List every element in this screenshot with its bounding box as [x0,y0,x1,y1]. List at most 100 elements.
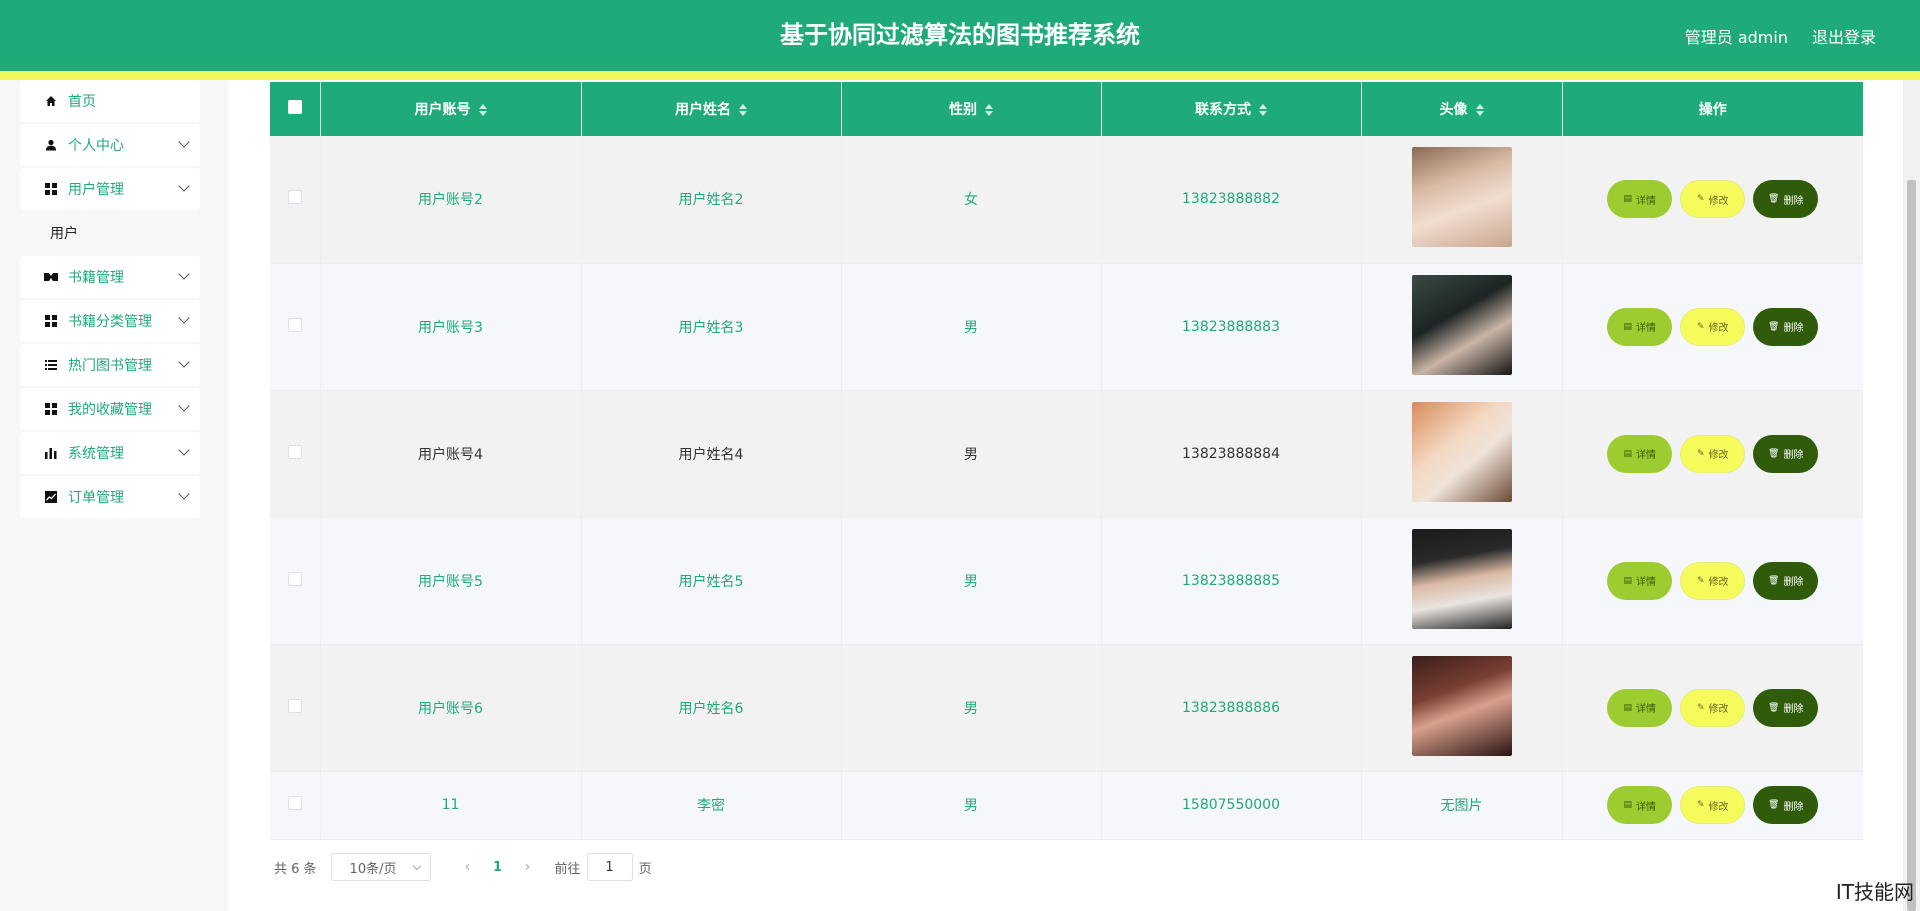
goto-suffix: 页 [638,861,652,877]
cell-gender: 男 [841,390,1102,518]
home-icon [44,94,58,108]
sidebar-item-home[interactable]: 首页 [20,80,200,122]
sidebar-item-book-management[interactable]: 书籍管理 [20,256,200,298]
sort-icon[interactable] [478,104,487,116]
submenu-item-user[interactable]: 用户 [20,212,200,254]
delete-button[interactable]: 🗑 删除 [1753,434,1819,473]
avatar-image[interactable] [1411,655,1512,756]
detail-button[interactable]: ▤ 详情 [1607,180,1673,219]
edit-button[interactable]: ✎ 修改 [1680,688,1746,727]
cell-gender: 男 [841,771,1102,840]
pagination: 共 6 条 10条/页 ‹ 1 › 前往 1 页 [274,852,652,882]
chevron-down-icon [178,136,190,148]
cell-phone: 13823888882 [1101,136,1362,264]
sort-icon[interactable] [1259,104,1267,116]
sidebar-item-favorites[interactable]: 我的收藏管理 [20,388,200,430]
avatar-image[interactable] [1411,274,1512,375]
logout-link[interactable]: 退出登录 [1812,24,1876,48]
sidebar-item-label: 书籍分类管理 [68,314,152,330]
delete-button[interactable]: 🗑 删除 [1753,180,1819,219]
sidebar-item-user-management[interactable]: 用户管理 [20,168,200,210]
prev-page-icon[interactable]: ‹ [453,859,483,875]
trash-icon: 🗑 [1768,575,1780,586]
sort-icon[interactable] [739,104,747,116]
sidebar-item-label: 用户管理 [68,182,124,198]
pencil-icon: ✎ [1696,321,1705,332]
row-checkbox[interactable] [287,698,302,713]
admin-user-label[interactable]: 管理员 admin [1685,24,1788,48]
cell-name: 用户姓名3 [581,263,842,391]
cell-phone: 13823888884 [1101,390,1362,518]
row-checkbox[interactable] [287,796,302,810]
user-table-container: 用户账号 用户姓名 性别 联系方式 头像 操作 用户账号2 用户姓名2 女 13… [270,82,1863,840]
edit-button[interactable]: ✎ 修改 [1680,786,1746,824]
sidebar-item-label: 热门图书管理 [68,358,152,374]
cell-phone: 13823888886 [1101,644,1362,772]
sidebar-item-system[interactable]: 系统管理 [20,432,200,474]
delete-button[interactable]: 🗑 删除 [1753,561,1819,600]
scrollbar-thumb[interactable] [1907,180,1916,911]
edit-button[interactable]: ✎ 修改 [1680,307,1746,346]
detail-button[interactable]: ▤ 详情 [1607,307,1673,346]
avatar-image[interactable] [1411,147,1512,248]
cell-account: 用户账号2 [320,136,582,264]
delete-button[interactable]: 🗑 删除 [1753,307,1819,346]
line-chart-icon [44,490,58,504]
sidebar-item-personal-center[interactable]: 个人中心 [20,124,200,166]
row-actions: ▤ 详情 ✎ 修改 🗑 删除 [1563,561,1864,600]
vertical-scrollbar[interactable] [1903,80,1920,911]
detail-button[interactable]: ▤ 详情 [1607,786,1673,824]
grid-icon [44,314,58,328]
column-header-name[interactable]: 用户姓名 [581,82,842,136]
column-header-avatar[interactable]: 头像 [1361,82,1563,136]
cell-account: 用户账号4 [320,390,582,518]
chevron-down-icon [178,400,190,412]
delete-button[interactable]: 🗑 删除 [1753,786,1819,824]
row-checkbox[interactable] [287,317,302,332]
sort-icon[interactable] [1475,104,1484,116]
column-header-actions: 操作 [1698,102,1727,118]
column-header-gender[interactable]: 性别 [841,82,1102,136]
table-row: 用户账号2 用户姓名2 女 13823888882 ▤ 详情 ✎ 修改 🗑 删除 [270,136,1863,264]
row-checkbox[interactable] [287,190,302,205]
document-icon: ▤ [1623,575,1632,586]
column-header-phone[interactable]: 联系方式 [1101,82,1362,136]
header-user-area: 管理员 admin 退出登录 [1685,0,1876,71]
detail-button[interactable]: ▤ 详情 [1607,561,1673,600]
sidebar-item-hot-books[interactable]: 热门图书管理 [20,344,200,386]
app-title: 基于协同过滤算法的图书推荐系统 [780,21,1140,49]
edit-button[interactable]: ✎ 修改 [1680,180,1746,219]
select-all-header[interactable] [270,82,321,136]
page-number[interactable]: 1 [483,860,513,875]
table-row: 用户账号5 用户姓名5 男 13823888885 ▤ 详情 ✎ 修改 🗑 删除 [270,517,1864,645]
sidebar-item-label: 个人中心 [68,138,124,154]
document-icon: ▤ [1623,800,1632,810]
detail-button[interactable]: ▤ 详情 [1607,688,1673,727]
edit-button[interactable]: ✎ 修改 [1680,561,1746,600]
avatar-image[interactable] [1411,401,1512,502]
user-table: 用户账号 用户姓名 性别 联系方式 头像 操作 用户账号2 用户姓名2 女 13… [270,82,1863,840]
chevron-down-icon [178,312,190,324]
avatar-image[interactable] [1411,528,1512,629]
page-size-select[interactable]: 10条/页 [330,853,431,881]
goto-page-input[interactable]: 1 [586,853,633,881]
row-actions: ▤ 详情 ✎ 修改 🗑 删除 [1563,307,1864,346]
pencil-icon: ✎ [1696,194,1705,205]
select-all-checkbox[interactable] [287,100,302,114]
delete-button[interactable]: 🗑 删除 [1753,688,1819,727]
next-page-icon[interactable]: › [513,859,543,875]
edit-button[interactable]: ✎ 修改 [1680,434,1746,473]
pencil-icon: ✎ [1696,800,1705,810]
column-header-account[interactable]: 用户账号 [320,82,582,136]
top-header: 基于协同过滤算法的图书推荐系统 管理员 admin 退出登录 [0,0,1920,71]
chevron-down-icon [178,268,190,280]
sidebar-item-book-category[interactable]: 书籍分类管理 [20,300,200,342]
cell-phone: 13823888885 [1101,517,1362,645]
detail-button[interactable]: ▤ 详情 [1607,434,1673,473]
cell-account: 用户账号6 [320,644,582,772]
sort-icon[interactable] [985,104,993,116]
row-checkbox[interactable] [287,444,302,459]
row-checkbox[interactable] [287,571,302,586]
row-actions: ▤ 详情 ✎ 修改 🗑 删除 [1563,688,1864,727]
sidebar-item-orders[interactable]: 订单管理 [20,476,200,518]
